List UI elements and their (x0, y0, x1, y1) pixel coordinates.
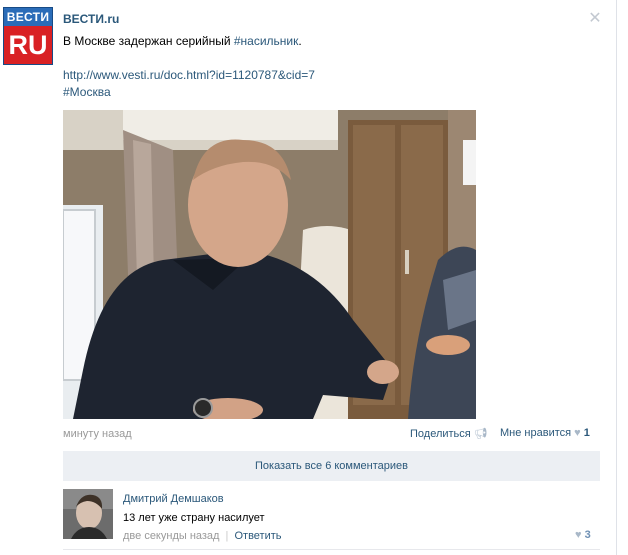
post-author-link[interactable]: ВЕСТИ.ru (63, 12, 119, 26)
divider (63, 549, 600, 550)
author-avatar[interactable]: ВЕСТИ RU (3, 7, 53, 65)
post-time[interactable]: минуту назад (63, 428, 132, 440)
commenter-name[interactable]: Дмитрий Демшаков (123, 493, 224, 505)
commenter-avatar[interactable] (63, 489, 113, 539)
like-label: Мне нравится (500, 427, 572, 439)
show-all-comments-button[interactable]: Показать все 6 комментариев (63, 451, 600, 481)
heart-icon: ♥ (575, 529, 582, 541)
post-hashtag-inline[interactable]: #насильник (234, 34, 299, 48)
post-text-suffix: . (298, 34, 302, 48)
comment-like-count: 3 (584, 529, 591, 541)
megaphone-icon: 📢︎ (473, 428, 488, 440)
reply-button[interactable]: Ответить (234, 530, 281, 542)
comment-separator: | (225, 530, 229, 542)
comment-like-button[interactable]: ♥ 3 (575, 529, 591, 541)
logo-bottom-text: RU (4, 26, 52, 64)
post-photo[interactable] (63, 110, 476, 419)
comment-meta: две секунды назад | Ответить (123, 530, 282, 542)
share-label: Поделиться (410, 428, 471, 440)
post-card: ВЕСТИ RU ВЕСТИ.ru ✕ В Москве задержан се… (0, 0, 617, 555)
like-count: 1 (583, 427, 590, 439)
post-text: В Москве задержан серийный #насильник. (63, 34, 302, 48)
comment-time[interactable]: две секунды назад (123, 530, 219, 542)
photo-illustration (63, 110, 476, 419)
close-icon[interactable]: ✕ (588, 10, 602, 26)
post-text-prefix: В Москве задержан серийный (63, 34, 234, 48)
logo-top-text: ВЕСТИ (4, 8, 52, 26)
heart-icon: ♥ (574, 427, 581, 439)
like-button[interactable]: Мне нравится ♥ 1 (500, 427, 590, 439)
post-hashtag[interactable]: #Москва (63, 85, 111, 99)
commenter-avatar-illustration (63, 489, 113, 539)
comment-text: 13 лет уже страну насилует (123, 512, 265, 524)
share-button[interactable]: Поделиться 📢︎ (410, 427, 488, 440)
post-link[interactable]: http://www.vesti.ru/doc.html?id=1120787&… (63, 68, 315, 82)
